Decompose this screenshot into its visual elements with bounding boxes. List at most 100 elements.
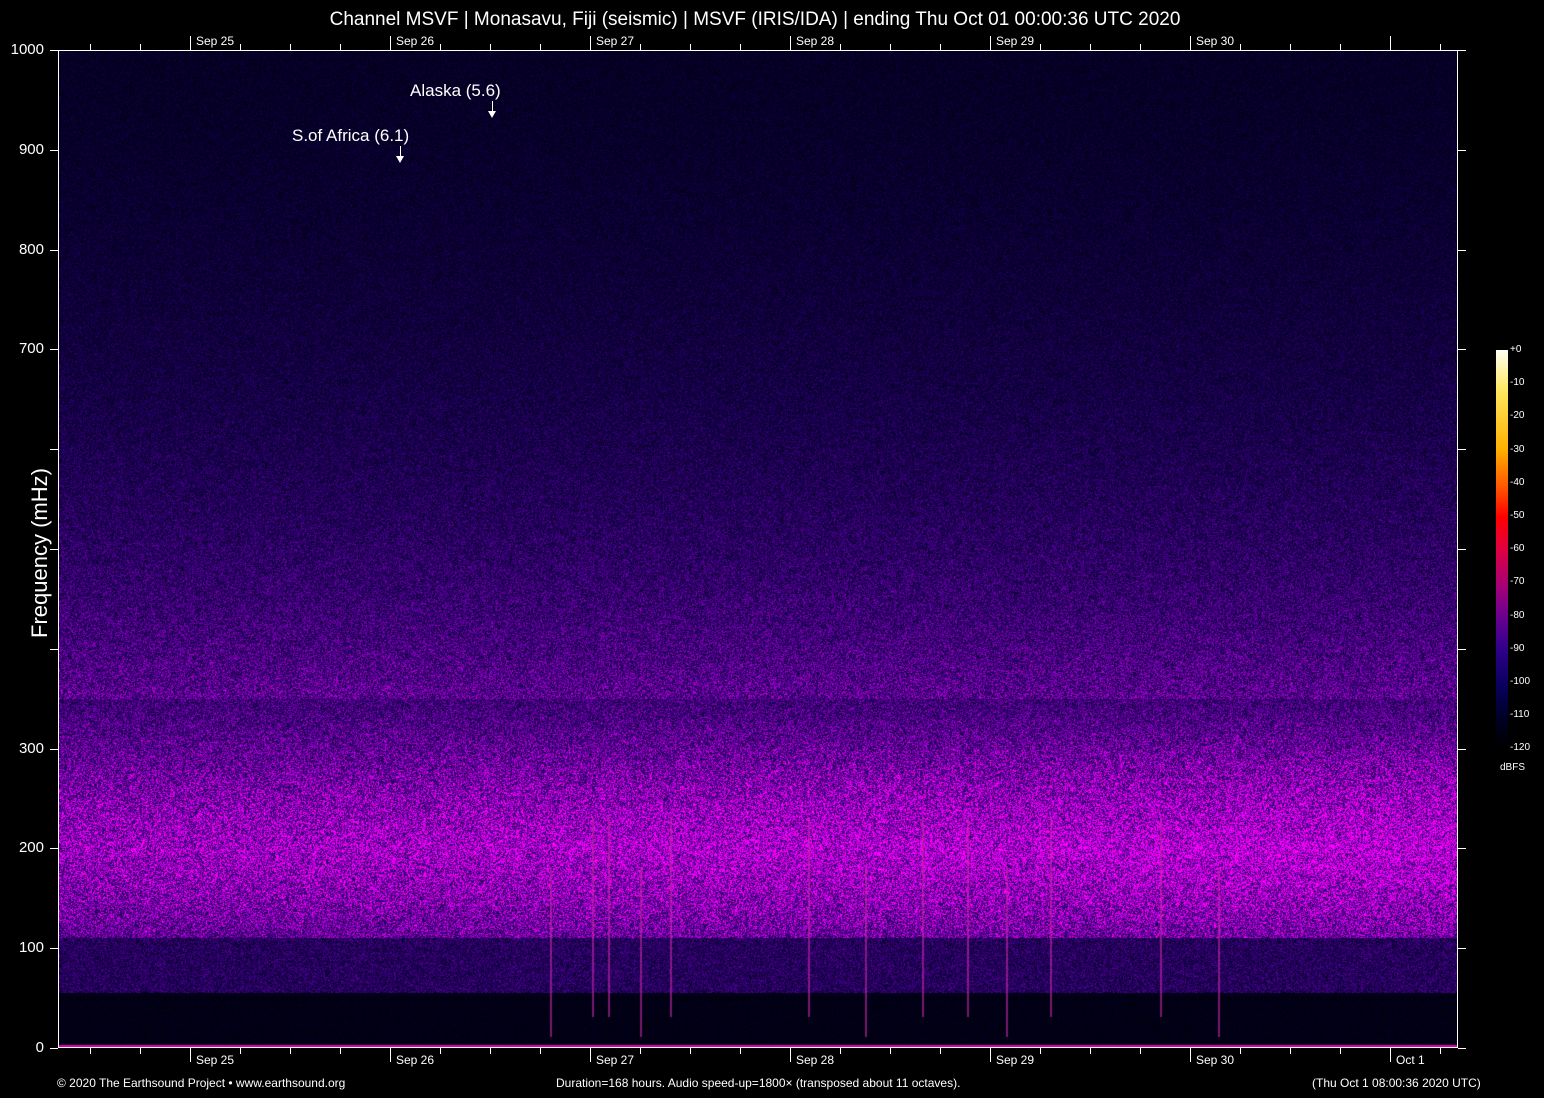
y-tick-mark-right	[1458, 150, 1466, 151]
x-tick-mark	[1040, 1048, 1041, 1054]
x-tick-mark-top	[1240, 44, 1241, 50]
y-tick-mark-right	[1458, 449, 1466, 450]
y-tick-mark	[50, 948, 58, 949]
x-tick-mark	[340, 1048, 341, 1054]
x-tick-mark-top	[690, 44, 691, 50]
x-tick-label: Sep 25	[196, 1053, 234, 1067]
y-tick-mark-right	[1458, 549, 1466, 550]
x-tick-label-top: Sep 27	[596, 34, 634, 48]
x-tick-mark-top	[440, 44, 441, 50]
x-tick-mark	[1090, 1048, 1091, 1054]
y-tick-label: 1000	[4, 41, 44, 58]
y-tick-mark-right	[1458, 1048, 1466, 1049]
x-tick-mark	[1290, 1048, 1291, 1054]
x-tick-label-top: Sep 28	[796, 34, 834, 48]
x-tick-mark	[1440, 1048, 1441, 1054]
colorbar-tick-label: -80	[1510, 610, 1524, 621]
y-tick-mark	[50, 749, 58, 750]
colorbar	[1496, 350, 1508, 748]
x-tick-mark	[890, 1048, 891, 1054]
x-tick-mark-top	[1440, 44, 1441, 50]
x-tick-mark	[840, 1048, 841, 1054]
colorbar-label: dBFS	[1500, 762, 1525, 773]
footer-copyright: © 2020 The Earthsound Project • www.eart…	[57, 1076, 345, 1090]
x-tick-label: Sep 29	[996, 1053, 1034, 1067]
x-tick-mark-top	[940, 44, 941, 50]
event-annotation-label: S.of Africa (6.1)	[292, 126, 409, 146]
x-tick-mark	[1340, 1048, 1341, 1054]
arrowhead-icon	[396, 156, 404, 163]
footer-duration: Duration=168 hours. Audio speed-up=1800×…	[556, 1076, 960, 1090]
y-tick-mark-right	[1458, 848, 1466, 849]
arrow-icon	[400, 146, 401, 156]
x-tick-mark	[90, 1048, 91, 1054]
y-tick-mark	[50, 1048, 58, 1049]
x-tick-mark-top	[190, 36, 191, 50]
x-tick-mark	[190, 1048, 191, 1062]
y-tick-mark-right	[1458, 948, 1466, 949]
chart-title: Channel MSVF | Monasavu, Fiji (seismic) …	[0, 9, 1510, 31]
x-tick-label: Sep 27	[596, 1053, 634, 1067]
x-tick-mark	[690, 1048, 691, 1054]
x-tick-mark	[590, 1048, 591, 1062]
y-tick-mark	[50, 549, 58, 550]
x-tick-mark	[290, 1048, 291, 1054]
colorbar-tick-label: -10	[1510, 377, 1524, 388]
x-tick-mark	[140, 1048, 141, 1054]
x-tick-mark	[1140, 1048, 1141, 1054]
y-tick-mark-right	[1458, 50, 1466, 51]
x-tick-mark	[490, 1048, 491, 1054]
x-tick-mark-top	[290, 44, 291, 50]
x-tick-label-top: Sep 29	[996, 34, 1034, 48]
x-tick-mark-top	[990, 36, 991, 50]
colorbar-tick-label: -70	[1510, 576, 1524, 587]
y-tick-mark	[50, 50, 58, 51]
y-tick-mark-right	[1458, 349, 1466, 350]
x-tick-mark-top	[1190, 36, 1191, 50]
colorbar-tick-label: -40	[1510, 477, 1524, 488]
y-tick-mark-right	[1458, 250, 1466, 251]
x-tick-mark	[1240, 1048, 1241, 1054]
x-tick-mark	[990, 1048, 991, 1062]
x-tick-mark-top	[1090, 44, 1091, 50]
x-tick-mark	[540, 1048, 541, 1054]
x-tick-mark-top	[540, 44, 541, 50]
x-tick-mark-top	[490, 44, 491, 50]
x-tick-mark-top	[240, 44, 241, 50]
colorbar-tick-label: -60	[1510, 543, 1524, 554]
x-tick-mark-top	[1340, 44, 1341, 50]
footer-timestamp: (Thu Oct 1 08:00:36 2020 UTC)	[1312, 1076, 1481, 1090]
x-tick-label-top: Sep 25	[196, 34, 234, 48]
y-tick-label: 800	[4, 241, 44, 258]
x-tick-mark-top	[840, 44, 841, 50]
x-tick-mark	[440, 1048, 441, 1054]
x-tick-label: Sep 26	[396, 1053, 434, 1067]
y-tick-mark	[50, 449, 58, 450]
y-tick-mark	[50, 848, 58, 849]
x-tick-mark	[640, 1048, 641, 1054]
y-tick-mark	[50, 349, 58, 350]
x-tick-mark-top	[1290, 44, 1291, 50]
x-tick-label: Oct 1	[1396, 1053, 1425, 1067]
y-tick-mark	[50, 250, 58, 251]
event-annotation-label: Alaska (5.6)	[410, 81, 501, 101]
colorbar-tick-label: -90	[1510, 643, 1524, 654]
x-tick-mark-top	[640, 44, 641, 50]
colorbar-tick-label: -20	[1510, 410, 1524, 421]
x-tick-mark	[740, 1048, 741, 1054]
x-tick-mark-top	[890, 44, 891, 50]
x-tick-mark	[240, 1048, 241, 1054]
colorbar-tick-label: -100	[1510, 676, 1530, 687]
arrowhead-icon	[488, 111, 496, 118]
colorbar-tick-label: -120	[1510, 742, 1530, 753]
x-tick-mark	[1190, 1048, 1191, 1062]
y-tick-label: 900	[4, 141, 44, 158]
x-tick-mark	[940, 1048, 941, 1054]
colorbar-tick-label: -30	[1510, 444, 1524, 455]
x-tick-mark-top	[1390, 36, 1391, 50]
y-tick-label: 0	[4, 1039, 44, 1056]
y-tick-mark	[50, 150, 58, 151]
y-tick-label: 100	[4, 939, 44, 956]
y-tick-mark	[50, 649, 58, 650]
y-tick-label: 200	[4, 839, 44, 856]
